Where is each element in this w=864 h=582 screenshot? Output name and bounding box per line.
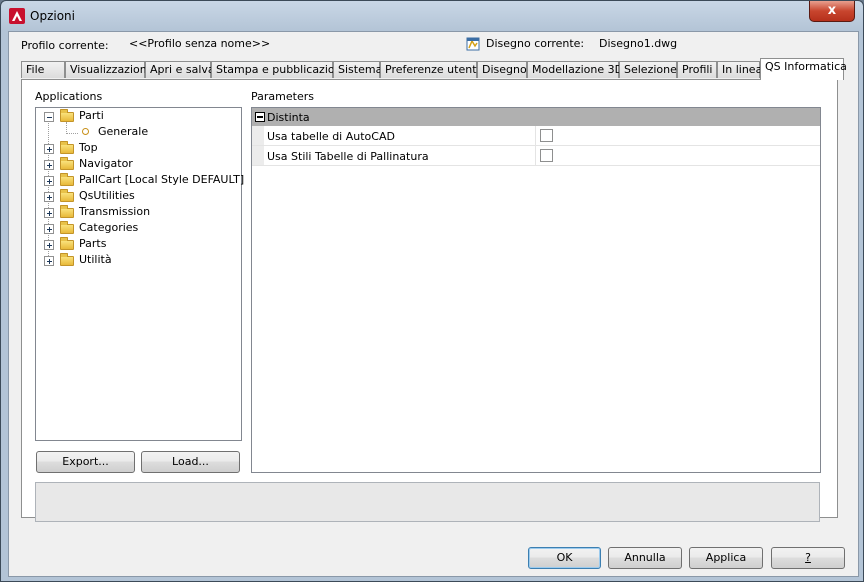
- category-label: Distinta: [267, 111, 310, 124]
- drawing-file-icon: [466, 37, 480, 51]
- tree-node-navigator[interactable]: Navigator: [36, 156, 236, 172]
- expand-icon[interactable]: [44, 160, 54, 170]
- column-divider: [535, 146, 536, 165]
- usa-tabelle-autocad-checkbox[interactable]: [540, 129, 553, 142]
- tree-node-label: Top: [79, 141, 98, 154]
- property-row[interactable]: Usa tabelle di AutoCAD: [252, 126, 820, 146]
- tree-node-label: QsUtilities: [79, 189, 135, 202]
- tab-visualizzazione[interactable]: Visualizzazione: [65, 61, 153, 78]
- description-area: [35, 482, 820, 522]
- tree-node-pallcart[interactable]: PallCart [Local Style DEFAULT]: [36, 172, 244, 188]
- expand-icon[interactable]: [44, 144, 54, 154]
- tree-node-label: Navigator: [79, 157, 133, 170]
- autocad-logo-icon: [9, 8, 25, 24]
- folder-icon: [60, 189, 74, 202]
- cancel-button[interactable]: Annulla: [608, 547, 682, 569]
- tree-node-label: Parti: [79, 109, 104, 122]
- folder-icon: [60, 253, 74, 266]
- tab-modellazione-3d[interactable]: Modellazione 3D: [527, 61, 623, 78]
- tree-node-label: Parts: [79, 237, 107, 250]
- tab-apri-e-salva[interactable]: Apri e salva: [145, 61, 215, 78]
- help-button[interactable]: ?: [771, 547, 845, 569]
- row-gutter: [252, 126, 264, 145]
- folder-icon: [60, 205, 74, 218]
- expand-icon[interactable]: [44, 240, 54, 250]
- expand-icon[interactable]: [44, 208, 54, 218]
- property-row[interactable]: Usa Stili Tabelle di Pallinatura: [252, 146, 820, 166]
- tree-node-parti[interactable]: Parti: [36, 108, 236, 124]
- close-button[interactable]: x: [809, 1, 855, 22]
- expand-icon[interactable]: [44, 256, 54, 266]
- option-ring-icon: [82, 128, 89, 135]
- expand-icon[interactable]: [44, 176, 54, 186]
- tree-node-parts[interactable]: Parts: [36, 236, 236, 252]
- applications-tree[interactable]: Parti Generale Top Navigator PallCart [L…: [35, 107, 244, 441]
- tree-node-qsutilities[interactable]: QsUtilities: [36, 188, 236, 204]
- drawing-label: Disegno corrente:: [486, 37, 585, 50]
- dialog-body: Profilo corrente: <<Profilo senza nome>>…: [8, 31, 859, 577]
- column-divider: [535, 126, 536, 145]
- folder-icon: [60, 141, 74, 154]
- tab-file[interactable]: File: [21, 61, 65, 78]
- title-bar: Opzioni x: [1, 1, 863, 31]
- tab-disegno[interactable]: Disegno: [477, 61, 527, 78]
- tab-panel-qs-informatica: Applications Parti Generale Top Navigato…: [21, 79, 838, 518]
- parameters-heading: Parameters: [251, 90, 314, 103]
- apply-button[interactable]: Applica: [689, 547, 763, 569]
- close-icon: x: [827, 3, 837, 18]
- folder-icon: [60, 221, 74, 234]
- row-gutter: [252, 146, 264, 165]
- property-label: Usa tabelle di AutoCAD: [267, 130, 395, 143]
- folder-icon: [60, 157, 74, 170]
- options-dialog: Opzioni x Profilo corrente: <<Profilo se…: [0, 0, 864, 582]
- profile-value: <<Profilo senza nome>>: [129, 37, 271, 50]
- ok-button[interactable]: OK: [528, 547, 601, 569]
- tree-node-label: Categories: [79, 221, 139, 234]
- tab-profili[interactable]: Profili: [677, 61, 717, 78]
- folder-icon: [60, 237, 74, 250]
- property-label: Usa Stili Tabelle di Pallinatura: [267, 150, 429, 163]
- tree-node-generale[interactable]: Generale: [36, 124, 236, 140]
- tree-node-top[interactable]: Top: [36, 140, 236, 156]
- tree-node-label: Utilità: [79, 253, 112, 266]
- tab-qs-informatica[interactable]: QS Informatica: [760, 58, 847, 80]
- parameters-grid: Distinta Usa tabelle di AutoCAD Usa Stil…: [251, 107, 821, 473]
- export-button[interactable]: Export...: [36, 451, 135, 473]
- usa-stili-tabelle-pallinatura-checkbox[interactable]: [540, 149, 553, 162]
- expand-icon[interactable]: [44, 224, 54, 234]
- load-button[interactable]: Load...: [141, 451, 240, 473]
- tab-sistema[interactable]: Sistema: [333, 61, 382, 78]
- tab-preferenze-utente[interactable]: Preferenze utente: [380, 61, 483, 78]
- category-row-distinta[interactable]: Distinta: [252, 108, 820, 126]
- tree-node-categories[interactable]: Categories: [36, 220, 236, 236]
- tree-node-label: Generale: [98, 125, 149, 138]
- folder-icon: [60, 109, 74, 122]
- tab-stampa-e-pubblicazione[interactable]: Stampa e pubblicazione: [211, 61, 348, 78]
- tree-node-transmission[interactable]: Transmission: [36, 204, 236, 220]
- tab-in-linea[interactable]: In linea: [717, 61, 762, 78]
- expand-icon[interactable]: [44, 192, 54, 202]
- drawing-value: Disegno1.dwg: [599, 37, 678, 50]
- collapse-icon[interactable]: [255, 112, 265, 122]
- tree-node-label: Transmission: [79, 205, 151, 218]
- window-title: Opzioni: [30, 9, 75, 23]
- tree-node-utilita[interactable]: Utilità: [36, 252, 236, 268]
- profile-label: Profilo corrente:: [21, 39, 109, 52]
- tree-node-label: PallCart [Local Style DEFAULT]: [79, 173, 245, 186]
- applications-heading: Applications: [35, 90, 103, 103]
- folder-icon: [60, 173, 74, 186]
- collapse-icon[interactable]: [44, 112, 54, 122]
- tab-selezione[interactable]: Selezione: [619, 61, 677, 78]
